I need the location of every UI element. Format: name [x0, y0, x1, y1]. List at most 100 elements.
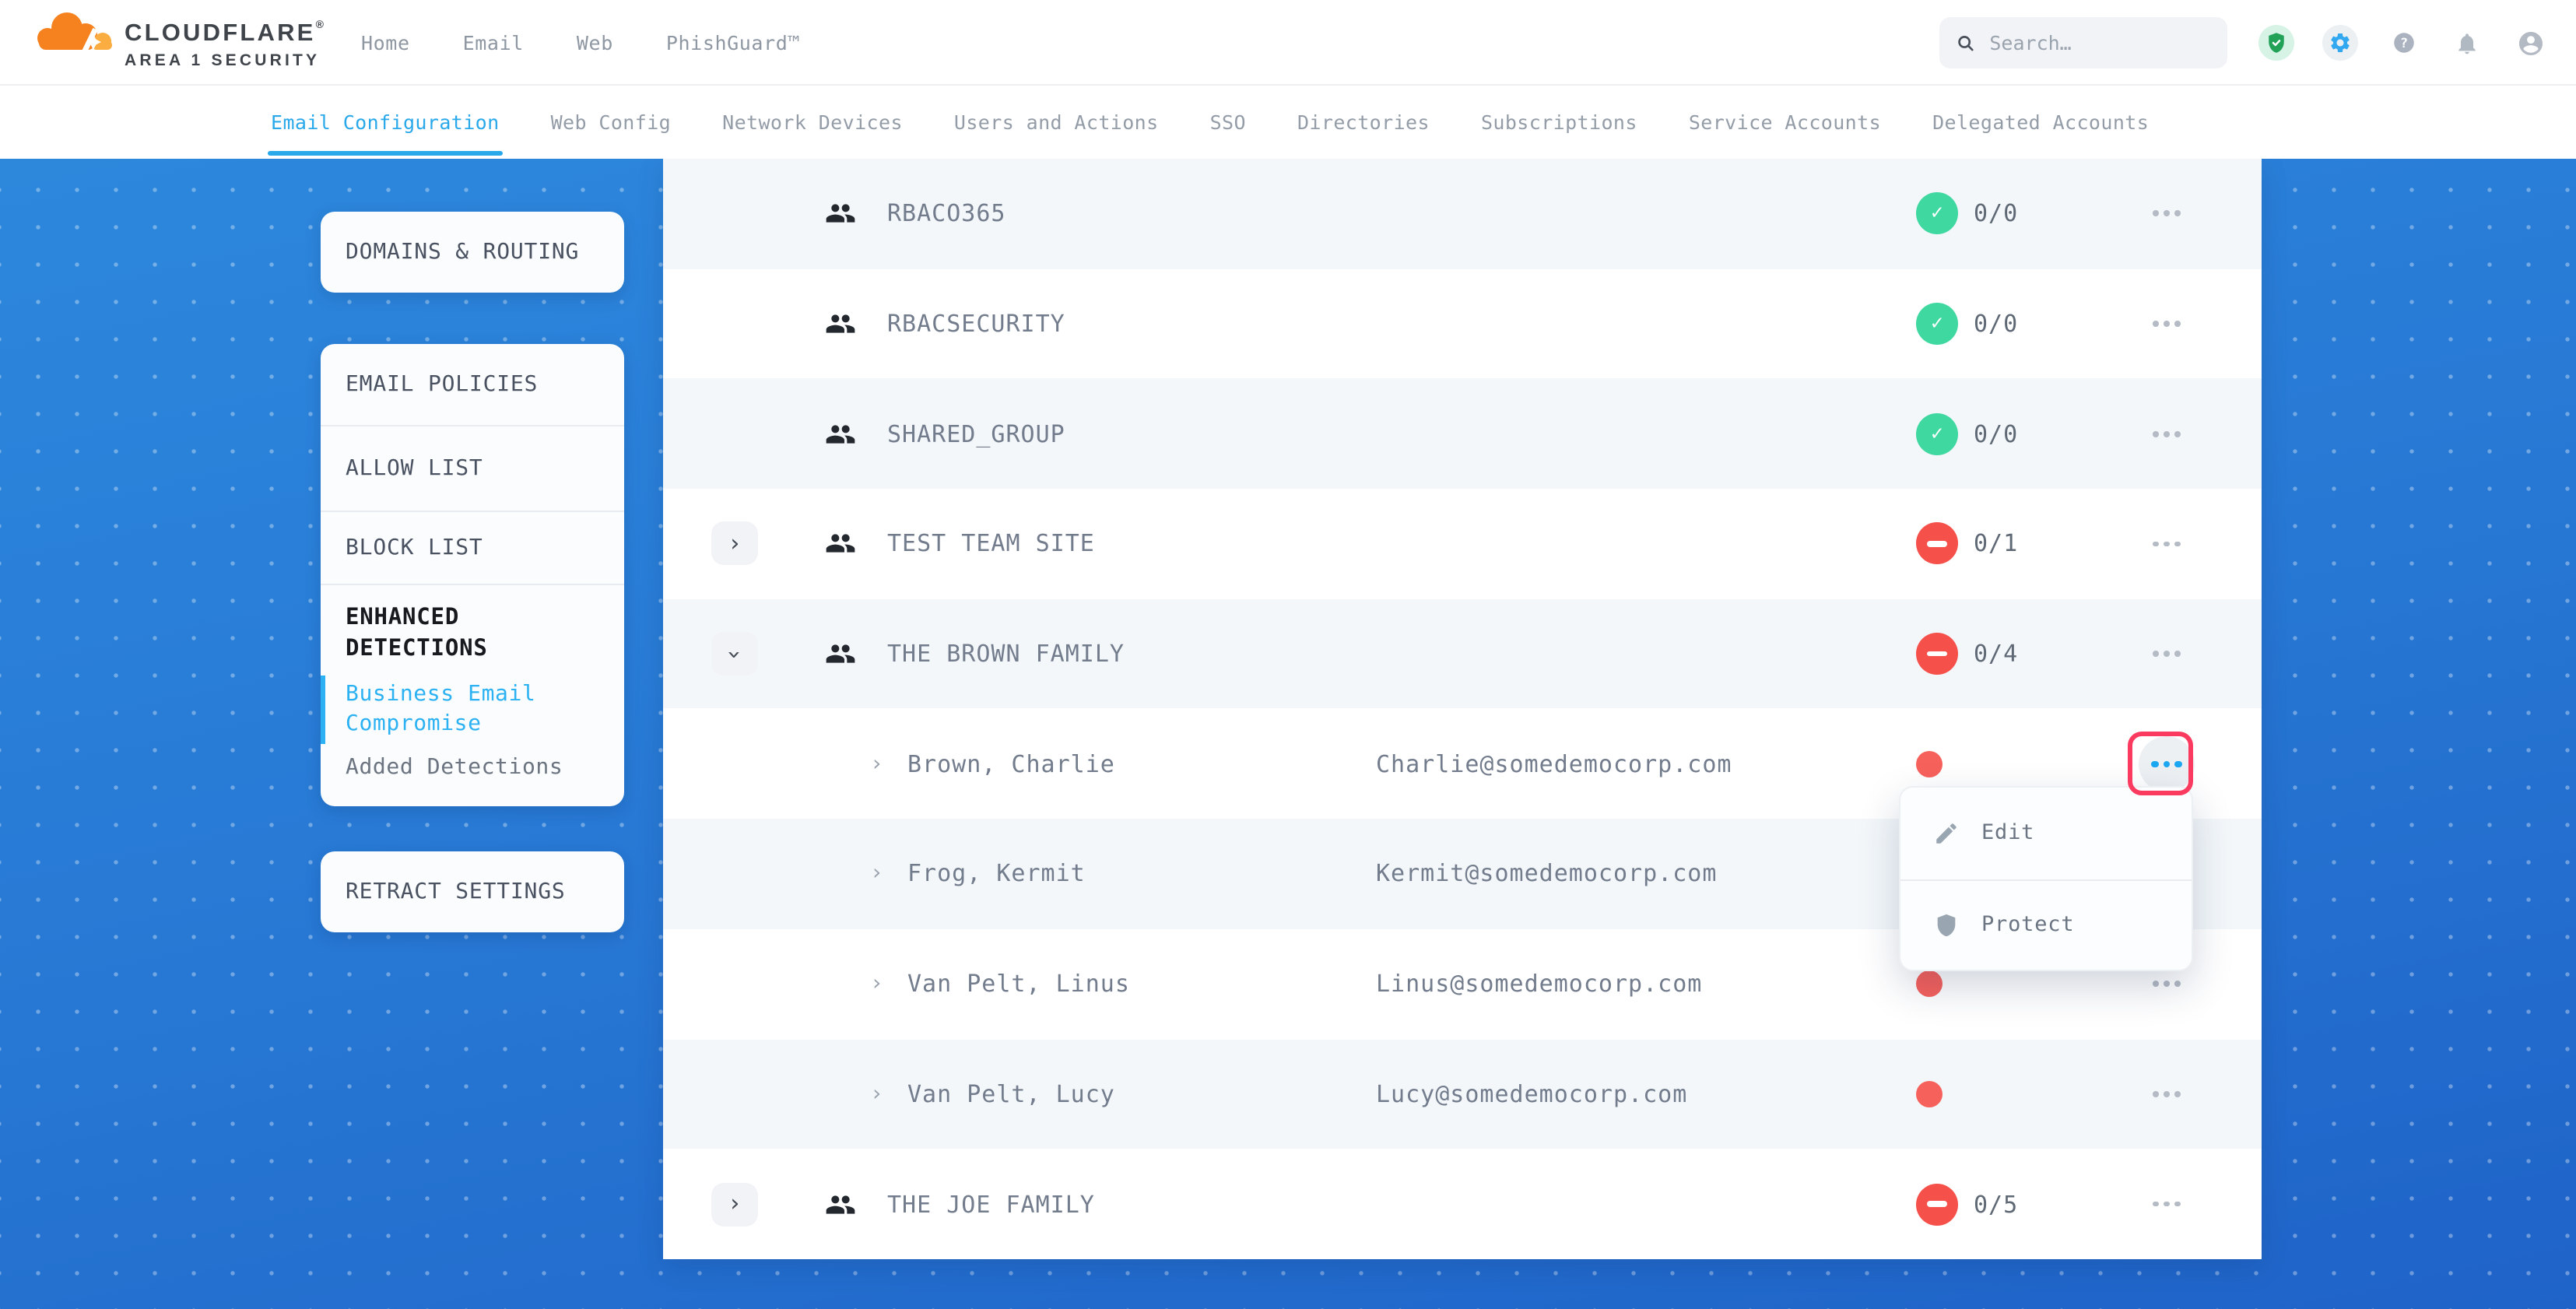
protected-count: 0/0	[1974, 200, 2018, 228]
sidebar-item[interactable]: DOMAINS & ROUTING	[321, 212, 624, 293]
protected-count: 0/4	[1974, 640, 2018, 668]
row-actions-button[interactable]	[2136, 1182, 2198, 1226]
sidebar: DOMAINS & ROUTING EMAIL POLICIESALLOW LIS…	[321, 212, 624, 932]
help-icon[interactable]: ?	[2385, 24, 2422, 61]
sub-nav-tab[interactable]: SSO	[1210, 111, 1246, 134]
member-email: Kermit@somedemocorp.com	[1376, 860, 1717, 888]
minus-glyph	[1927, 651, 1947, 657]
expand-chevron-button[interactable]: ›	[711, 522, 758, 566]
member-chevron-icon[interactable]: ›	[870, 971, 883, 996]
pencil-icon	[1933, 820, 1960, 847]
status-dot-alert	[1916, 1081, 1943, 1107]
table-row-group[interactable]: SHARED_GROUP✓0/0	[663, 379, 2262, 489]
active-indicator-bar	[321, 676, 325, 744]
table-row-group[interactable]: › TEST TEAM SITE 0/1	[663, 489, 2262, 598]
protected-count: 0/1	[1974, 530, 2018, 558]
sidebar-section-title[interactable]: ENHANCED DETECTIONS	[321, 585, 624, 676]
sub-nav-tab[interactable]: Service Accounts	[1689, 111, 1881, 134]
member-chevron-icon[interactable]: ›	[870, 862, 883, 886]
minus-glyph	[1927, 1202, 1947, 1207]
top-nav: Home Email Web PhishGuard™	[361, 0, 800, 86]
row-actions-button[interactable]	[2136, 192, 2198, 236]
status-badge-ok: ✓	[1916, 303, 1958, 345]
sub-nav-tab[interactable]: Web Config	[551, 111, 672, 134]
status-badge-ok: ✓	[1916, 412, 1958, 454]
header-icon-row: ?	[2257, 0, 2550, 86]
sidebar-item[interactable]: EMAIL POLICIES	[321, 344, 624, 426]
sub-nav-tab[interactable]: Email Configuration	[271, 111, 500, 134]
group-name: RBACSECURITY	[887, 310, 1065, 338]
table-row-group[interactable]: RBACSECURITY ✓ 0/0	[663, 268, 2262, 378]
group-icon	[825, 638, 856, 669]
top-bar: CLOUDFLARE® AREA 1 SECURITY Home Email Web…	[0, 0, 2576, 86]
context-menu-item-protect[interactable]: Protect	[1900, 879, 2192, 970]
row-actions-button[interactable]	[2136, 302, 2198, 346]
sidebar-subitem[interactable]: Added Detections	[321, 744, 624, 806]
group-name: THE BROWN FAMILY	[887, 640, 1125, 668]
sidebar-item[interactable]: ALLOW LIST	[321, 426, 624, 512]
row-actions-button[interactable]	[2136, 412, 2198, 455]
search-input[interactable]	[1989, 31, 2210, 54]
svg-text:?: ?	[2399, 36, 2407, 51]
top-nav-item[interactable]: Home	[361, 31, 410, 54]
sub-nav-tab[interactable]: Delegated Accounts	[1932, 111, 2149, 134]
shield-icon	[1933, 912, 1960, 939]
sub-nav-tab[interactable]: Subscriptions	[1481, 111, 1637, 134]
minus-glyph	[1927, 541, 1947, 546]
status-dot-alert	[1916, 751, 1943, 777]
context-menu-label: Protect	[1981, 913, 2074, 938]
table-row-group[interactable]: › THE BROWN FAMILY 0/4	[663, 599, 2262, 709]
cloudflare-cloud-icon	[34, 9, 117, 51]
member-email: Charlie@somedemocorp.com	[1376, 750, 1732, 778]
gear-icon[interactable]	[2321, 24, 2358, 61]
context-menu-item-edit[interactable]: Edit	[1900, 788, 2192, 879]
top-nav-item[interactable]: Email	[463, 31, 524, 54]
row-actions-button[interactable]	[2136, 1072, 2198, 1116]
row-actions-button[interactable]	[2136, 632, 2198, 676]
member-name: Van Pelt, Lucy	[907, 1080, 1115, 1108]
context-menu-label: Edit	[1981, 821, 2034, 846]
member-name: Frog, Kermit	[907, 860, 1086, 888]
user-avatar-icon[interactable]	[2512, 24, 2550, 61]
groups-table-panel: RBACO365✓0/0RBACSECURITY✓0/0SHARED_GROUP…	[663, 159, 2262, 1259]
shield-check-icon[interactable]	[2257, 24, 2294, 61]
member-email: Lucy@somedemocorp.com	[1376, 1080, 1687, 1108]
group-name: TEST TEAM SITE	[887, 530, 1095, 558]
table-row-member[interactable]: › Van Pelt, Lucy Lucy@somedemocorp.com	[663, 1039, 2262, 1149]
member-chevron-icon[interactable]: ›	[870, 1082, 883, 1107]
group-icon	[825, 1188, 856, 1220]
search-box[interactable]	[1939, 17, 2227, 68]
protected-count: 0/5	[1974, 1190, 2018, 1218]
brand-product: AREA 1 SECURITY	[125, 51, 326, 70]
member-email: Linus@somedemocorp.com	[1376, 970, 1702, 998]
cloudflare-logo[interactable]: CLOUDFLARE® AREA 1 SECURITY	[34, 8, 346, 79]
expand-chevron-button[interactable]: ›	[711, 1182, 758, 1226]
bell-icon[interactable]	[2448, 24, 2486, 61]
status-badge-alert	[1916, 523, 1958, 565]
status-badge-alert	[1916, 1183, 1958, 1225]
sidebar-item[interactable]: RETRACT SETTINGS	[321, 851, 624, 932]
sub-nav-tab[interactable]: Users and Actions	[954, 111, 1159, 134]
collapse-chevron-button[interactable]: ›	[711, 632, 758, 676]
sidebar-item[interactable]: BLOCK LIST	[321, 512, 624, 585]
member-chevron-icon[interactable]: ›	[870, 752, 883, 777]
sidebar-card: RETRACT SETTINGS	[321, 851, 624, 932]
group-name: SHARED_GROUP	[887, 419, 1065, 447]
sub-nav-tab[interactable]: Directories	[1297, 111, 1430, 134]
row-actions-button[interactable]	[2136, 522, 2198, 566]
group-icon	[825, 528, 856, 560]
member-name: Van Pelt, Linus	[907, 970, 1130, 998]
table-rows: RBACO365✓0/0RBACSECURITY✓0/0SHARED_GROUP…	[663, 159, 2262, 1259]
table-row-group[interactable]: › THE JOE FAMILY 0/5	[663, 1149, 2262, 1258]
sidebar-subitem-active[interactable]: Business Email Compromise	[321, 676, 624, 744]
protected-count: 0/0	[1974, 310, 2018, 338]
registered-mark: ®	[316, 20, 327, 31]
brand-name: CLOUDFLARE®	[125, 20, 326, 48]
group-name: RBACO365	[887, 200, 1006, 228]
sub-nav-tab[interactable]: Network Devices	[722, 111, 903, 134]
sub-nav: Email Configuration Web Config Network Dev…	[0, 86, 2576, 159]
top-nav-item[interactable]: Web	[577, 31, 613, 54]
table-row-group[interactable]: RBACO365✓0/0	[663, 159, 2262, 268]
group-name: THE JOE FAMILY	[887, 1190, 1095, 1218]
top-nav-item[interactable]: PhishGuard™	[666, 31, 800, 54]
